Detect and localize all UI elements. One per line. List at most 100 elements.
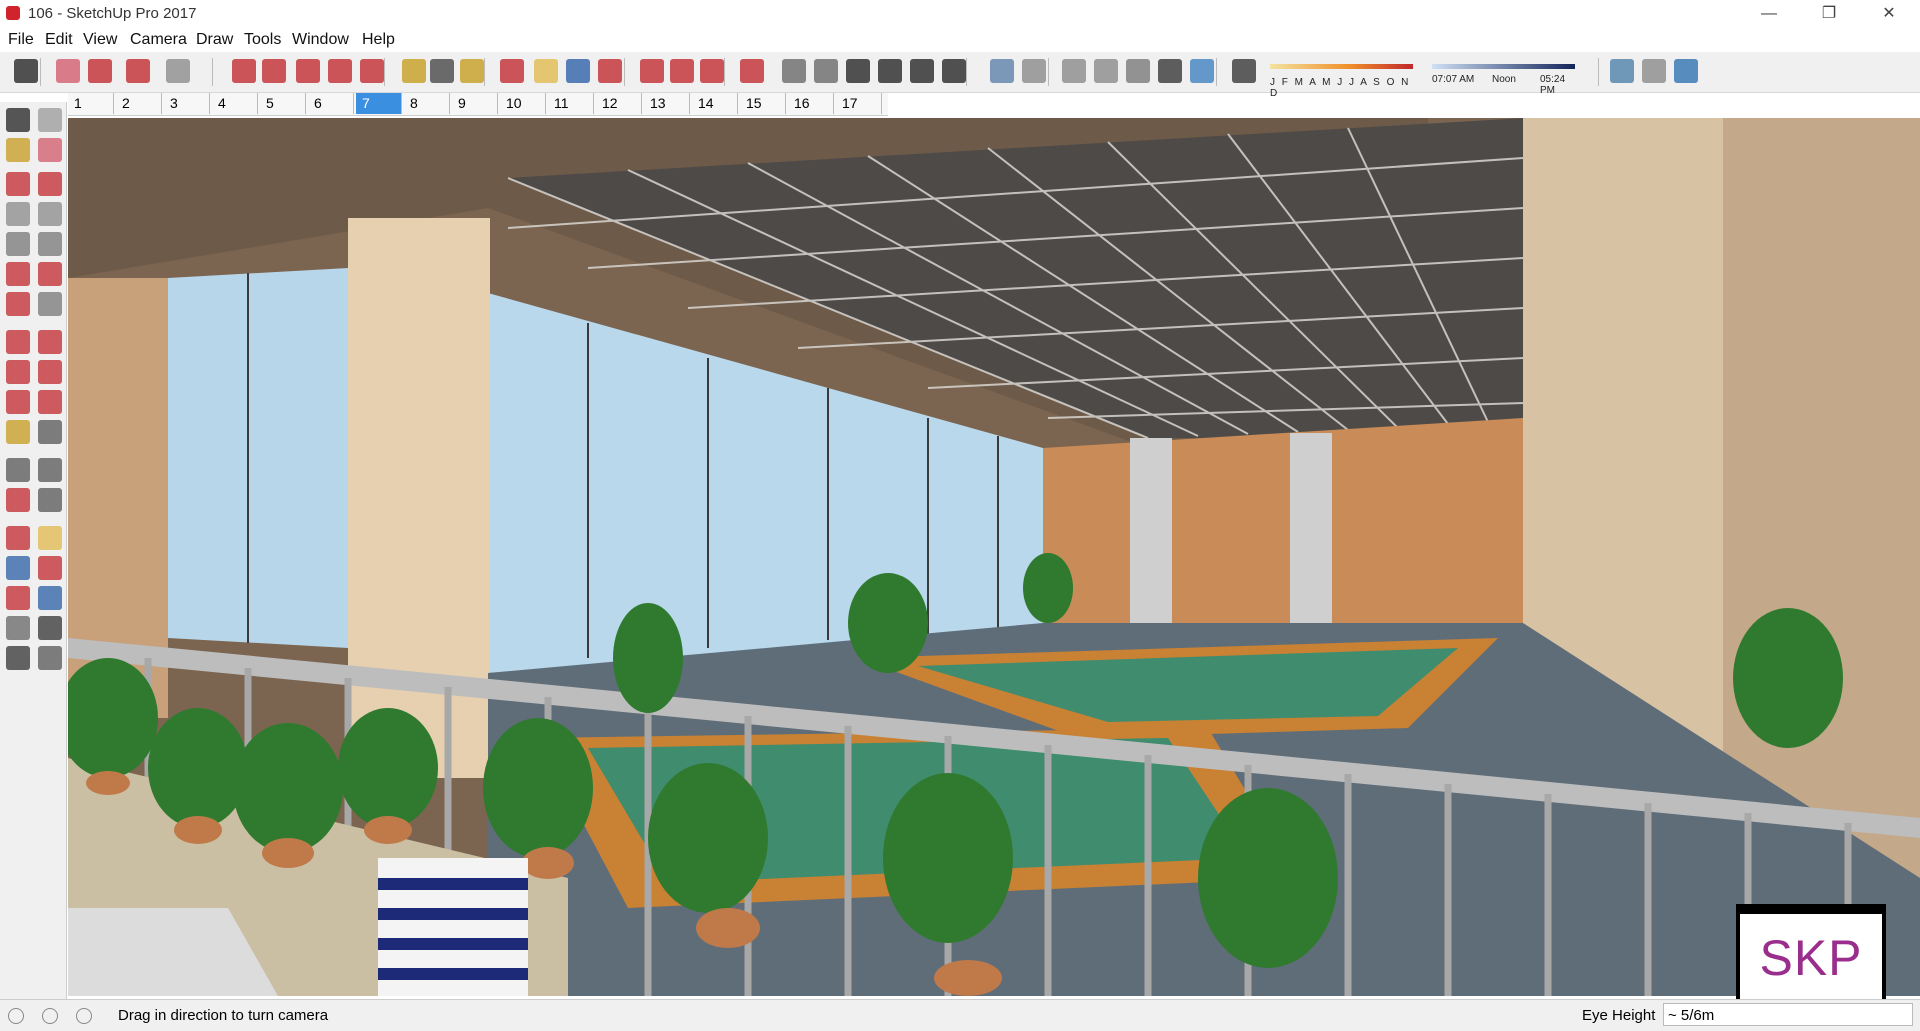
- follow-me-icon[interactable]: [262, 59, 286, 83]
- scene-tab-8[interactable]: 8: [404, 93, 450, 114]
- share-model-icon[interactable]: [700, 59, 724, 83]
- menu-view[interactable]: View: [83, 31, 117, 49]
- menu-edit[interactable]: Edit: [45, 31, 73, 49]
- shaded-icon[interactable]: [1126, 59, 1150, 83]
- scene-tab-12[interactable]: 12: [596, 93, 642, 114]
- shaded-textures-icon[interactable]: [1158, 59, 1182, 83]
- circle-icon[interactable]: [6, 232, 30, 256]
- toggle-terrain-icon[interactable]: [1642, 59, 1666, 83]
- polygon-icon[interactable]: [38, 232, 62, 256]
- text-icon[interactable]: [38, 458, 62, 482]
- shadow-time-slider[interactable]: 07:07 AM Noon 05:24 PM: [1432, 60, 1577, 96]
- scene-tab-2[interactable]: 2: [116, 93, 162, 114]
- tape-measure-icon[interactable]: [6, 420, 30, 444]
- scene-tab-17[interactable]: 17: [836, 93, 882, 114]
- geo-location-icon[interactable]: [8, 1008, 24, 1024]
- scene-tab-16[interactable]: 16: [788, 93, 834, 114]
- back-edges-icon[interactable]: [1022, 59, 1046, 83]
- zoom-extents-icon[interactable]: [598, 59, 622, 83]
- photo-textures-icon[interactable]: [1674, 59, 1698, 83]
- component-icon[interactable]: [38, 108, 62, 132]
- close-button[interactable]: ✕: [1866, 2, 1912, 26]
- top-view-icon[interactable]: [814, 59, 838, 83]
- scene-tab-10[interactable]: 10: [500, 93, 546, 114]
- extension-warehouse-icon[interactable]: [670, 59, 694, 83]
- 3d-text-icon[interactable]: [38, 488, 62, 512]
- paint-bucket-icon[interactable]: [460, 59, 484, 83]
- menu-file[interactable]: File: [8, 31, 34, 49]
- menu-camera[interactable]: Camera: [130, 31, 187, 49]
- scene-tab-15[interactable]: 15: [740, 93, 786, 114]
- push-pull-icon[interactable]: [232, 59, 256, 83]
- scene-tab-9[interactable]: 9: [452, 93, 498, 114]
- rectangle-icon[interactable]: [166, 59, 190, 83]
- section-plane-icon[interactable]: [38, 646, 62, 670]
- shadow-date-slider[interactable]: J F M A M J J A S O N D: [1270, 60, 1415, 99]
- look-around-icon[interactable]: [38, 616, 62, 640]
- eraser-icon[interactable]: [56, 59, 80, 83]
- freehand-icon[interactable]: [38, 172, 62, 196]
- scene-tab-3[interactable]: 3: [164, 93, 210, 114]
- walk-icon[interactable]: [6, 646, 30, 670]
- select-icon[interactable]: [14, 59, 38, 83]
- zoom-icon[interactable]: [6, 556, 30, 580]
- add-location-icon[interactable]: [1610, 59, 1634, 83]
- ruby-icon[interactable]: [740, 59, 764, 83]
- rotate-icon[interactable]: [328, 59, 352, 83]
- position-camera-icon[interactable]: [6, 616, 30, 640]
- warehouse-icon[interactable]: [640, 59, 664, 83]
- three-point-arc-icon[interactable]: [6, 292, 30, 316]
- user-icon[interactable]: [76, 1008, 92, 1024]
- minimize-button[interactable]: —: [1746, 2, 1792, 26]
- line-icon[interactable]: [6, 172, 30, 196]
- push-pull-icon[interactable]: [38, 330, 62, 354]
- axes-icon[interactable]: [6, 488, 30, 512]
- hidden-line-icon[interactable]: [1094, 59, 1118, 83]
- pan-icon[interactable]: [534, 59, 558, 83]
- previous-view-icon[interactable]: [38, 586, 62, 610]
- scene-tab-1[interactable]: 1: [68, 93, 114, 114]
- menu-tools[interactable]: Tools: [244, 31, 281, 49]
- scale-icon[interactable]: [360, 59, 384, 83]
- pan-icon[interactable]: [38, 526, 62, 550]
- right-view-icon[interactable]: [878, 59, 902, 83]
- pencil-line-icon[interactable]: [88, 59, 112, 83]
- maximize-button[interactable]: ❐: [1806, 2, 1852, 26]
- protractor-icon[interactable]: [6, 458, 30, 482]
- pie-icon[interactable]: [38, 292, 62, 316]
- menu-window[interactable]: Window: [292, 31, 349, 49]
- shadows-toggle-icon[interactable]: [1232, 59, 1256, 83]
- orbit-icon[interactable]: [500, 59, 524, 83]
- arc-icon[interactable]: [6, 262, 30, 286]
- zoom-icon[interactable]: [566, 59, 590, 83]
- move-icon[interactable]: [296, 59, 320, 83]
- menu-help[interactable]: Help: [362, 31, 395, 49]
- tape-measure-icon[interactable]: [402, 59, 426, 83]
- monochrome-icon[interactable]: [1190, 59, 1214, 83]
- scene-tab-11[interactable]: 11: [548, 93, 594, 114]
- paint-bucket-icon[interactable]: [6, 138, 30, 162]
- two-point-arc-icon[interactable]: [38, 262, 62, 286]
- credits-icon[interactable]: [42, 1008, 58, 1024]
- measurements-box[interactable]: ~ 5/6m: [1663, 1003, 1913, 1026]
- scene-tab-4[interactable]: 4: [212, 93, 258, 114]
- rectangle-icon[interactable]: [6, 202, 30, 226]
- left-view-icon[interactable]: [942, 59, 966, 83]
- zoom-window-icon[interactable]: [38, 556, 62, 580]
- menu-draw[interactable]: Draw: [196, 31, 233, 49]
- front-view-icon[interactable]: [846, 59, 870, 83]
- select-icon[interactable]: [6, 108, 30, 132]
- text-icon[interactable]: [430, 59, 454, 83]
- scene-tab-13[interactable]: 13: [644, 93, 690, 114]
- xray-icon[interactable]: [990, 59, 1014, 83]
- arc-icon[interactable]: [126, 59, 150, 83]
- eraser-icon[interactable]: [38, 138, 62, 162]
- back-view-icon[interactable]: [910, 59, 934, 83]
- model-viewport[interactable]: [68, 118, 1920, 996]
- move-icon[interactable]: [6, 330, 30, 354]
- scene-tab-14[interactable]: 14: [692, 93, 738, 114]
- offset-icon[interactable]: [38, 390, 62, 414]
- follow-me-icon[interactable]: [38, 360, 62, 384]
- wireframe-icon[interactable]: [1062, 59, 1086, 83]
- dimension-icon[interactable]: [38, 420, 62, 444]
